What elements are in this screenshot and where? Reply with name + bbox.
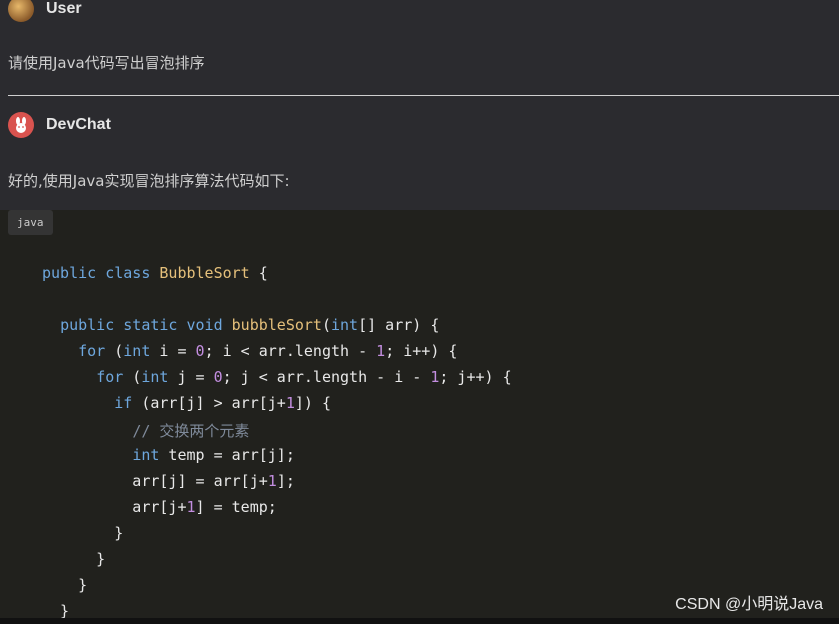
- bot-message-header: DevChat: [8, 112, 111, 138]
- code-language-badge: java: [8, 210, 53, 235]
- code-line: for (int j = 0; j < arr.length - i - 1; …: [96, 368, 512, 386]
- code-line: arr[j] = arr[j+1];: [42, 472, 295, 490]
- user-author-name: User: [46, 0, 82, 17]
- bottom-scrollbar: [0, 618, 839, 624]
- rabbit-icon: [16, 117, 26, 133]
- bot-intro-text: 好的,使用Java实现冒泡排序算法代码如下:: [8, 172, 290, 190]
- code-block[interactable]: java public class BubbleSort { public st…: [0, 210, 839, 624]
- code-line: }: [42, 550, 106, 568]
- devchat-logo-icon: [8, 112, 34, 138]
- message-divider: [8, 95, 839, 96]
- watermark: CSDN @小明说Java: [675, 596, 823, 613]
- code-line: // 交换两个元素: [132, 422, 250, 440]
- code-line: arr[j+1] = temp;: [42, 498, 277, 516]
- bot-author-name: DevChat: [46, 116, 111, 133]
- user-message-header: User: [8, 0, 82, 22]
- code-line: if (arr[j] > arr[j+1]) {: [114, 394, 331, 412]
- code-line: public static void bubbleSort(int[] arr)…: [60, 316, 440, 334]
- code-line: }: [42, 524, 124, 542]
- code-line: int temp = arr[j];: [132, 446, 295, 464]
- code-line: }: [42, 576, 88, 594]
- user-avatar-icon: [8, 0, 34, 22]
- code-line: public class BubbleSort {: [42, 264, 268, 282]
- user-message-text: 请使用Java代码写出冒泡排序: [8, 54, 205, 72]
- code-line: for (int i = 0; i < arr.length - 1; i++)…: [78, 342, 458, 360]
